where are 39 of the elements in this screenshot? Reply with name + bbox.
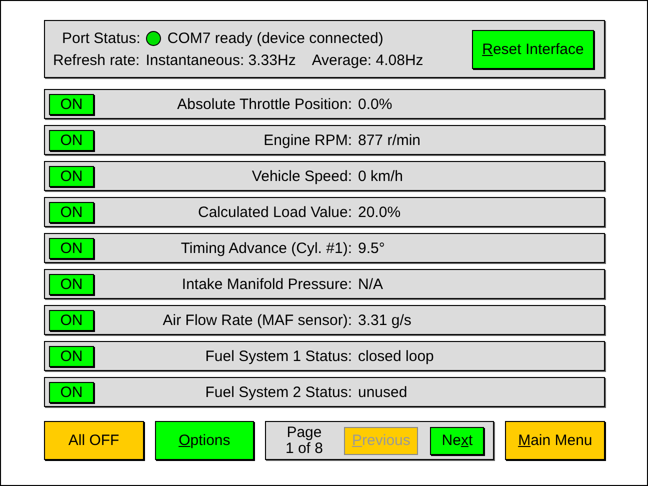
toggle-button[interactable]: ON <box>49 310 94 330</box>
page-count: 1 of 8 <box>285 440 323 456</box>
sensor-value: 20.0% <box>357 204 402 220</box>
sensor-value: 0 km/h <box>357 168 404 184</box>
sensor-name: Calculated Load Value: <box>197 204 352 220</box>
toggle-button[interactable]: ON <box>49 94 94 114</box>
main-menu-button[interactable]: Main Menu <box>505 421 605 460</box>
sensor-name: Engine RPM: <box>262 132 352 148</box>
sensor-name: Fuel System 2 Status: <box>204 384 352 400</box>
toggle-button[interactable]: ON <box>49 346 94 366</box>
sensor-name: Air Flow Rate (MAF sensor): <box>162 312 352 328</box>
toggle-button[interactable]: ON <box>49 130 94 150</box>
sensor-name: Vehicle Speed: <box>250 168 352 184</box>
sensor-value: 3.31 g/s <box>357 312 412 328</box>
sensor-value: unused <box>357 384 408 400</box>
sensor-value: 0.0% <box>357 96 394 112</box>
sensor-value: closed loop <box>357 348 435 364</box>
sensor-value: 877 r/min <box>357 132 422 148</box>
sensor-name: Fuel System 1 Status: <box>204 348 352 364</box>
instantaneous-rate: Instantaneous: 3.33Hz <box>146 52 296 68</box>
refresh-rate-label: Refresh rate: <box>53 52 140 68</box>
sensor-value: 9.5° <box>357 240 386 256</box>
port-status-text: COM7 ready (device connected) <box>167 30 384 46</box>
reset-interface-button[interactable]: Reset Interface <box>472 30 594 68</box>
all-off-button[interactable]: All OFF <box>44 421 144 460</box>
page-label: Page <box>286 424 322 440</box>
sensor-name: Absolute Throttle Position: <box>176 96 352 112</box>
toggle-button[interactable]: ON <box>49 238 94 258</box>
options-button[interactable]: Options <box>154 421 254 460</box>
sensor-name: Timing Advance (Cyl. #1): <box>180 240 352 256</box>
next-button[interactable]: Next <box>430 426 484 454</box>
toggle-button[interactable]: ON <box>49 166 94 186</box>
average-rate: Average: 4.08Hz <box>312 52 424 68</box>
toggle-button[interactable]: ON <box>49 202 94 222</box>
sensor-value: N/A <box>357 276 384 292</box>
toggle-button[interactable]: ON <box>49 382 94 402</box>
toggle-button[interactable]: ON <box>49 274 94 294</box>
port-status-label: Port Status: <box>62 30 140 46</box>
sensor-name: Intake Manifold Pressure: <box>180 276 352 292</box>
